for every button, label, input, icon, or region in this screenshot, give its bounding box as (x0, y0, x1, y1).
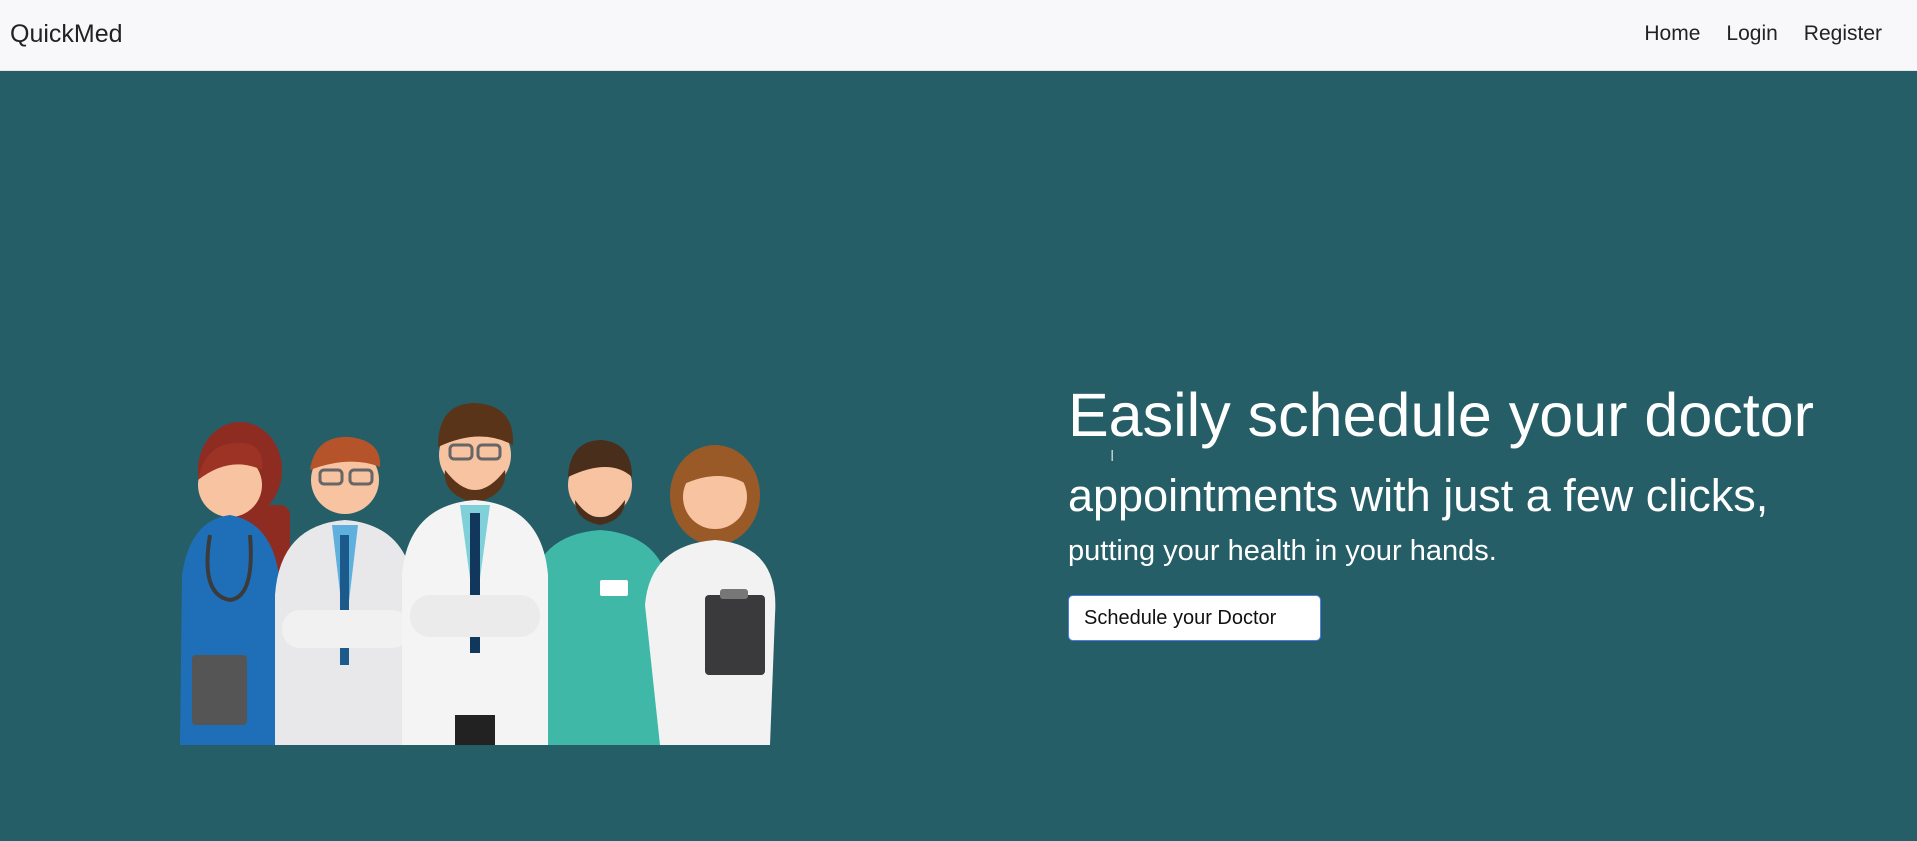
doctor-figure-2 (275, 436, 415, 745)
hero-headline: Easily schedule your doctor (1068, 381, 1814, 449)
doctor-figure-1 (180, 422, 290, 745)
nav-links: Home Login Register (1644, 22, 1882, 46)
text-cursor-icon: I (1110, 448, 1115, 465)
doctor-figure-3 (402, 403, 548, 745)
doctor-figure-5 (645, 445, 776, 745)
navbar: QuickMed Home Login Register (0, 0, 1917, 71)
hero-subline: appointments with just a few clicks, (1068, 470, 1769, 521)
doctors-group-illustration (180, 403, 776, 745)
nav-home-link[interactable]: Home (1644, 22, 1700, 46)
nav-register-link[interactable]: Register (1804, 22, 1882, 46)
brand-logo[interactable]: QuickMed (10, 20, 123, 49)
nav-login-link[interactable]: Login (1726, 22, 1777, 46)
hero-tagline: putting your health in your hands. (1068, 535, 1497, 567)
schedule-doctor-button[interactable]: Schedule your Doctor (1068, 595, 1321, 641)
